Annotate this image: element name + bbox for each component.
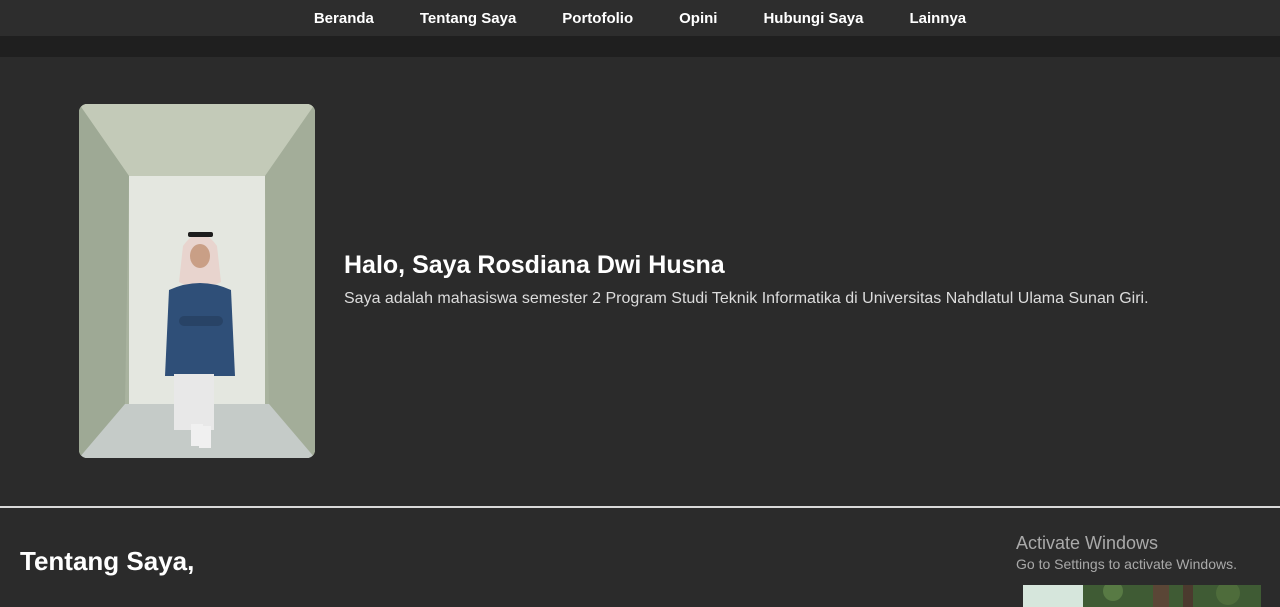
watermark-subtitle: Go to Settings to activate Windows. [1016,556,1237,572]
profile-photo-illustration [79,104,315,458]
profile-photo [79,104,315,458]
nav-spacer [0,36,1280,57]
nav-link-beranda[interactable]: Beranda [314,10,374,27]
about-title: Tentang Saya, [20,546,195,576]
nav-link-opini[interactable]: Opini [679,10,717,27]
about-image-preview [1023,585,1261,607]
hero-section: Halo, Saya Rosdiana Dwi Husna Saya adala… [0,57,1280,506]
nav-link-hubungi-saya[interactable]: Hubungi Saya [763,10,863,27]
hero-title: Halo, Saya Rosdiana Dwi Husna [344,251,725,279]
nav-link-lainnya[interactable]: Lainnya [909,10,966,27]
tree-image [1023,585,1261,607]
nav-link-portofolio[interactable]: Portofolio [562,10,633,27]
hero-subtitle: Saya adalah mahasiswa semester 2 Program… [344,290,1149,307]
top-navigation: Beranda Tentang Saya Portofolio Opini Hu… [0,0,1280,36]
nav-link-tentang-saya[interactable]: Tentang Saya [420,10,516,27]
watermark-title: Activate Windows [1016,533,1159,553]
activate-windows-watermark: Activate Windows Go to Settings to activ… [1016,533,1237,572]
